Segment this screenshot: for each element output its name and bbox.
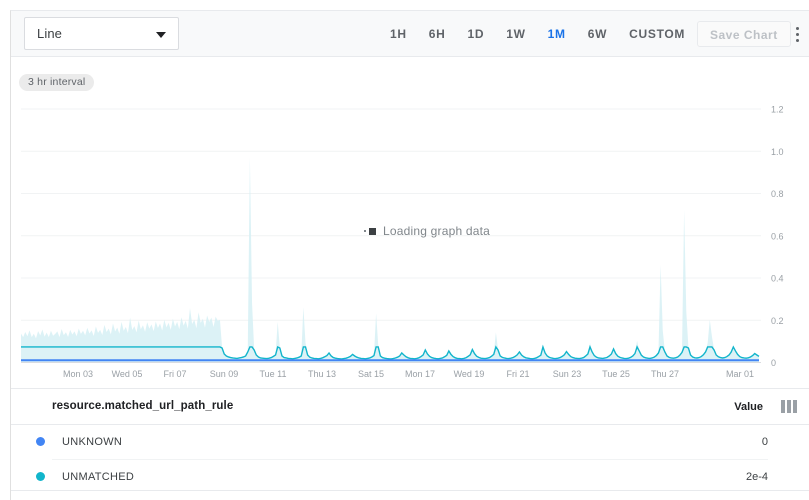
range-button-1w[interactable]: 1W	[495, 19, 536, 49]
loading-indicator: Loading graph data	[369, 224, 490, 238]
svg-text:0.8: 0.8	[771, 189, 784, 199]
legend-value-header: Value	[734, 401, 763, 413]
range-button-1m[interactable]: 1M	[537, 19, 577, 49]
svg-text:Fri 21: Fri 21	[506, 369, 529, 379]
series-area-unmatched	[21, 157, 759, 362]
svg-text:0.4: 0.4	[771, 274, 784, 284]
columns-icon[interactable]	[781, 400, 797, 413]
legend-series-value: 2e-4	[746, 471, 768, 483]
chart-toolbar: Line 1H 6H 1D 1W 1M 6W CUSTOM Save Chart	[11, 11, 809, 57]
panel-bottom-divider	[11, 490, 809, 491]
svg-text:Sun 23: Sun 23	[553, 369, 582, 379]
legend-series-name: UNKNOWN	[62, 436, 122, 448]
chart-type-select[interactable]: Line	[24, 17, 179, 50]
chevron-down-icon	[156, 32, 166, 38]
range-button-1d[interactable]: 1D	[457, 19, 496, 49]
legend-row-unmatched[interactable]: UNMATCHED 2e-4	[52, 460, 768, 494]
chart-panel: Line 1H 6H 1D 1W 1M 6W CUSTOM Save Chart…	[0, 0, 809, 500]
spinner-icon	[369, 228, 376, 235]
chart-canvas[interactable]: 1.2 1.0 0.8 0.6 0.4 0.2 0 Mon 03 Wed 05 Fri 07 Su…	[11, 92, 809, 384]
legend-column-header: resource.matched_url_path_rule	[52, 400, 233, 412]
svg-text:1.0: 1.0	[771, 147, 784, 157]
range-button-1h[interactable]: 1H	[379, 19, 418, 49]
save-chart-button[interactable]: Save Chart	[697, 21, 791, 47]
legend-table-header: resource.matched_url_path_rule Value	[11, 389, 809, 425]
range-button-custom[interactable]: CUSTOM	[618, 19, 696, 49]
legend-row-unknown[interactable]: UNKNOWN 0	[52, 425, 768, 460]
svg-text:0.2: 0.2	[771, 316, 784, 326]
svg-text:Mon 03: Mon 03	[63, 369, 93, 379]
svg-text:Thu 27: Thu 27	[651, 369, 679, 379]
svg-text:Fri 07: Fri 07	[163, 369, 186, 379]
svg-text:Tue 11: Tue 11	[259, 369, 286, 379]
legend-series-name: UNMATCHED	[62, 471, 134, 483]
loading-label: Loading graph data	[383, 224, 490, 238]
time-range-group: 1H 6H 1D 1W 1M 6W CUSTOM	[379, 11, 696, 56]
chart-plot-series	[21, 157, 761, 362]
kebab-menu-icon[interactable]	[789, 26, 805, 42]
svg-text:Mar 01: Mar 01	[726, 369, 754, 379]
svg-text:0.6: 0.6	[771, 231, 784, 241]
svg-text:Sat 15: Sat 15	[358, 369, 384, 379]
chart-y-axis-labels: 1.2 1.0 0.8 0.6 0.4 0.2 0	[771, 105, 784, 368]
legend-table: resource.matched_url_path_rule Value UNK…	[11, 388, 809, 500]
series-color-dot	[36, 437, 45, 446]
svg-text:Tue 25: Tue 25	[602, 369, 630, 379]
chart-type-value: Line	[37, 26, 62, 41]
svg-text:Wed 19: Wed 19	[454, 369, 485, 379]
svg-text:Sun 09: Sun 09	[210, 369, 239, 379]
range-button-6h[interactable]: 6H	[418, 19, 457, 49]
chart-x-axis-labels: Mon 03 Wed 05 Fri 07 Sun 09 Tue 11 Thu 13 Sat …	[63, 369, 754, 379]
range-button-6w[interactable]: 6W	[577, 19, 618, 49]
svg-text:0: 0	[771, 358, 776, 368]
interval-badge: 3 hr interval	[19, 74, 94, 91]
svg-text:Mon 17: Mon 17	[405, 369, 435, 379]
svg-text:Wed 05: Wed 05	[112, 369, 143, 379]
legend-series-value: 0	[762, 436, 768, 448]
svg-text:1.2: 1.2	[771, 105, 784, 115]
series-color-dot	[36, 472, 45, 481]
chart-svg: 1.2 1.0 0.8 0.6 0.4 0.2 0 Mon 03 Wed 05 Fri 07 Su…	[11, 92, 809, 384]
svg-text:Thu 13: Thu 13	[308, 369, 336, 379]
